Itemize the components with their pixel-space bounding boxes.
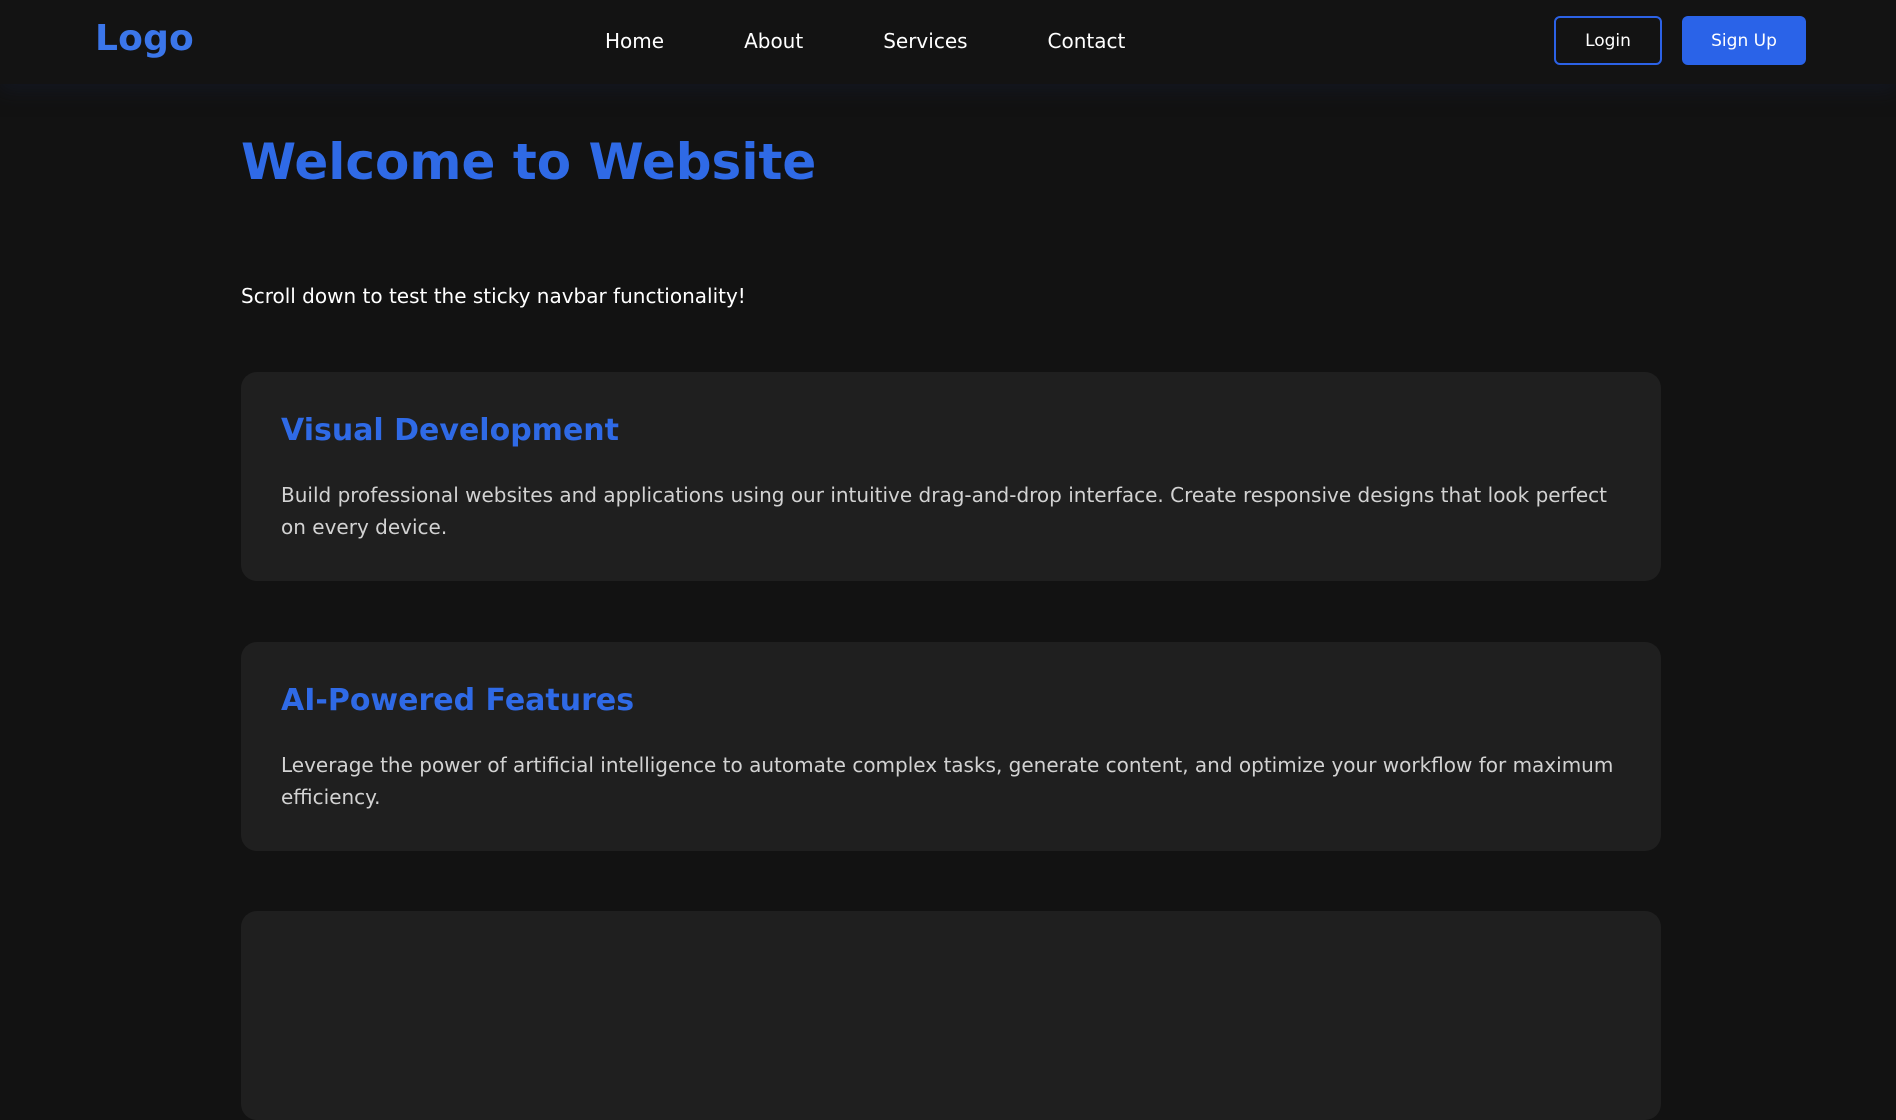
page-subtitle: Scroll down to test the sticky navbar fu…: [241, 284, 746, 308]
feature-card-ai-powered: AI-Powered Features Leverage the power o…: [241, 642, 1661, 851]
login-button[interactable]: Login: [1554, 16, 1662, 65]
card-title: AI-Powered Features: [281, 683, 635, 718]
signup-button[interactable]: Sign Up: [1682, 16, 1806, 65]
logo[interactable]: Logo: [95, 18, 194, 59]
feature-card-partial: [241, 911, 1661, 1120]
nav-link-home[interactable]: Home: [605, 29, 664, 53]
nav-link-contact[interactable]: Contact: [1048, 29, 1126, 53]
feature-card-visual-development: Visual Development Build professional we…: [241, 372, 1661, 581]
card-text: Build professional websites and applicat…: [281, 483, 1608, 539]
page-title: Welcome to Website: [241, 133, 817, 191]
nav-item-services: Services: [883, 29, 967, 53]
nav-links: Home About Services Contact: [605, 29, 1125, 53]
nav-item-home: Home: [605, 29, 664, 53]
navbar: Logo Home About Services Contact Login S…: [0, 0, 1896, 84]
nav-item-contact: Contact: [1048, 29, 1126, 53]
card-text: Leverage the power of artificial intelli…: [281, 753, 1614, 809]
nav-link-services[interactable]: Services: [883, 29, 967, 53]
nav-link-about[interactable]: About: [744, 29, 803, 53]
nav-item-about: About: [744, 29, 803, 53]
card-title: Visual Development: [281, 413, 619, 448]
